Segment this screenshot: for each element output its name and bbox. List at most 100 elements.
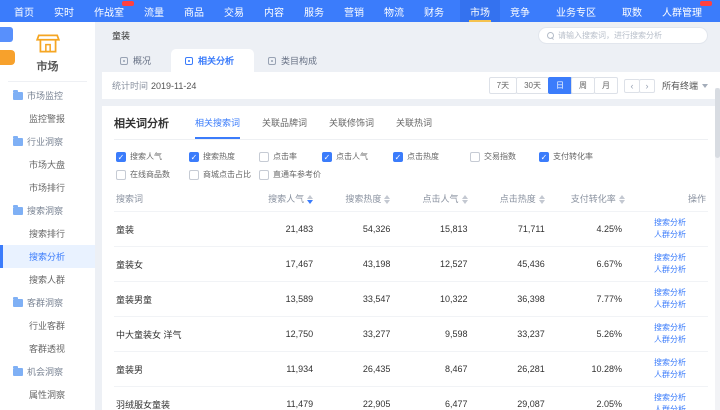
range-button[interactable]: 7天 (489, 77, 517, 94)
action-link[interactable]: 搜索分析 (654, 287, 708, 299)
keyword-cell: 童装男童 (114, 282, 262, 317)
panel-tab[interactable]: 关联修饰词 (329, 116, 374, 139)
nav-item[interactable]: 市场 (460, 0, 500, 22)
helper-orange-icon[interactable] (0, 50, 15, 65)
action-link[interactable]: 人群分析 (654, 369, 708, 381)
date-range-group: 7天30天日周月 (489, 77, 618, 94)
sidebar-item[interactable]: 搜索排行 (0, 222, 95, 245)
action-link[interactable]: 人群分析 (654, 264, 708, 276)
keyword-search[interactable] (538, 27, 708, 44)
nav-item[interactable]: 首页 (4, 0, 44, 22)
sidebar-item[interactable]: 客群透视 (0, 337, 95, 360)
nav-item[interactable]: 业务专区 (546, 0, 606, 22)
metric-checkbox-item[interactable]: ✓搜索人气 (116, 151, 189, 162)
panel-tab[interactable]: 相关搜索词 (195, 116, 240, 139)
sidebar-group[interactable]: 市场监控 (0, 84, 95, 107)
panel-tab[interactable]: 关联热词 (396, 116, 432, 139)
nav-item[interactable]: 服务 (294, 0, 334, 22)
action-link[interactable]: 人群分析 (654, 299, 708, 311)
panel-tabs: 相关搜索词关联品牌词关联修饰词关联热词 (195, 116, 432, 139)
nav-item[interactable]: 财务 (414, 0, 454, 22)
checkbox[interactable] (259, 170, 269, 180)
checkbox[interactable] (259, 152, 269, 162)
column-header[interactable]: 支付转化率 (571, 186, 648, 212)
terminal-filter-dropdown[interactable]: 所有终端 (662, 79, 708, 92)
sidebar-item[interactable]: 行业客群 (0, 314, 95, 337)
column-header[interactable]: 搜索人气 (262, 186, 339, 212)
scrollbar-thumb[interactable] (715, 88, 720, 158)
metric-checkbox-item[interactable]: ✓点击热度 (393, 151, 470, 162)
metric-checkbox-item[interactable]: ✓支付转化率 (539, 151, 708, 162)
nav-item[interactable]: 竞争 (500, 0, 540, 22)
content-tab[interactable]: 类目构成 (254, 49, 337, 72)
sidebar-item[interactable]: 产品洞察 (0, 406, 95, 410)
checkbox[interactable] (189, 170, 199, 180)
action-link[interactable]: 人群分析 (654, 404, 708, 410)
metric-checkbox-item[interactable]: ✓搜索热度 (189, 151, 259, 162)
checkbox[interactable]: ✓ (393, 152, 403, 162)
sidebar-item[interactable]: 市场大盘 (0, 153, 95, 176)
sidebar-group[interactable]: 行业洞察 (0, 130, 95, 153)
page-scrollbar[interactable] (715, 88, 720, 410)
action-link[interactable]: 搜索分析 (654, 392, 708, 404)
sidebar-group[interactable]: 机会洞察 (0, 360, 95, 383)
action-link[interactable]: 搜索分析 (654, 252, 708, 264)
metric-checkbox-item[interactable]: 在线商品数 (116, 169, 189, 180)
sidebar-item[interactable]: 搜索人群 (0, 268, 95, 291)
nav-item[interactable]: 商品 (174, 0, 214, 22)
action-link[interactable]: 人群分析 (654, 334, 708, 346)
nav-item[interactable]: 交易 (214, 0, 254, 22)
range-button[interactable]: 30天 (516, 77, 549, 94)
nav-item[interactable]: 取数 (612, 0, 652, 22)
range-button[interactable]: 周 (571, 77, 595, 94)
quick-launch-blue-icon[interactable] (0, 27, 13, 42)
panel-tab[interactable]: 关联品牌词 (262, 116, 307, 139)
metric-checkbox-item[interactable]: 点击率 (259, 151, 322, 162)
sidebar-group[interactable]: 客群洞察 (0, 291, 95, 314)
sort-icon[interactable] (539, 195, 545, 204)
sort-icon[interactable] (619, 195, 625, 204)
nav-item[interactable]: 物流 (374, 0, 414, 22)
checkbox[interactable]: ✓ (322, 152, 332, 162)
search-input[interactable] (558, 31, 699, 40)
nav-item[interactable]: 作战室 (84, 0, 134, 22)
metric-checkbox-item[interactable]: 商城点击占比 (189, 169, 259, 180)
column-header[interactable]: 搜索热度 (339, 186, 416, 212)
sidebar-group[interactable]: 搜索洞察 (0, 199, 95, 222)
nav-item[interactable]: 内容 (254, 0, 294, 22)
column-header[interactable]: 点击人气 (416, 186, 493, 212)
value-cell: 26,435 (339, 352, 416, 387)
nav-item[interactable]: 流量 (134, 0, 174, 22)
action-link[interactable]: 搜索分析 (654, 357, 708, 369)
checkbox[interactable]: ✓ (189, 152, 199, 162)
checkbox[interactable]: ✓ (116, 152, 126, 162)
sidebar-item[interactable]: 市场排行 (0, 176, 95, 199)
prev-date-button[interactable]: ‹ (624, 79, 640, 93)
sidebar-item[interactable]: 监控警报 (0, 107, 95, 130)
checkbox[interactable] (470, 152, 480, 162)
action-link[interactable]: 人群分析 (654, 229, 708, 241)
column-header: 操作 (648, 186, 708, 212)
action-link[interactable]: 搜索分析 (654, 217, 708, 229)
next-date-button[interactable]: › (639, 79, 655, 93)
sort-icon[interactable] (307, 195, 313, 204)
nav-item[interactable]: 实时 (44, 0, 84, 22)
sidebar-item[interactable]: 属性洞察 (0, 383, 95, 406)
metric-checkbox-item[interactable]: ✓点击人气 (322, 151, 393, 162)
checkbox[interactable] (116, 170, 126, 180)
nav-item[interactable]: 人群管理 (652, 0, 712, 22)
range-button[interactable]: 月 (594, 77, 618, 94)
content-tab[interactable]: 概况 (106, 49, 171, 72)
nav-item[interactable]: 营销 (334, 0, 374, 22)
action-link[interactable]: 搜索分析 (654, 322, 708, 334)
content-tab[interactable]: 相关分析 (171, 49, 254, 72)
nav-item[interactable]: 学院 (712, 0, 720, 22)
metric-checkbox-item[interactable]: 直通车参考价 (259, 169, 322, 180)
metric-checkbox-item[interactable]: 交易指数 (470, 151, 539, 162)
column-header[interactable]: 点击热度 (494, 186, 571, 212)
sidebar-item[interactable]: 搜索分析 (0, 245, 95, 268)
sort-icon[interactable] (462, 195, 468, 204)
sort-icon[interactable] (384, 195, 390, 204)
checkbox[interactable]: ✓ (539, 152, 549, 162)
range-button[interactable]: 日 (548, 77, 572, 94)
